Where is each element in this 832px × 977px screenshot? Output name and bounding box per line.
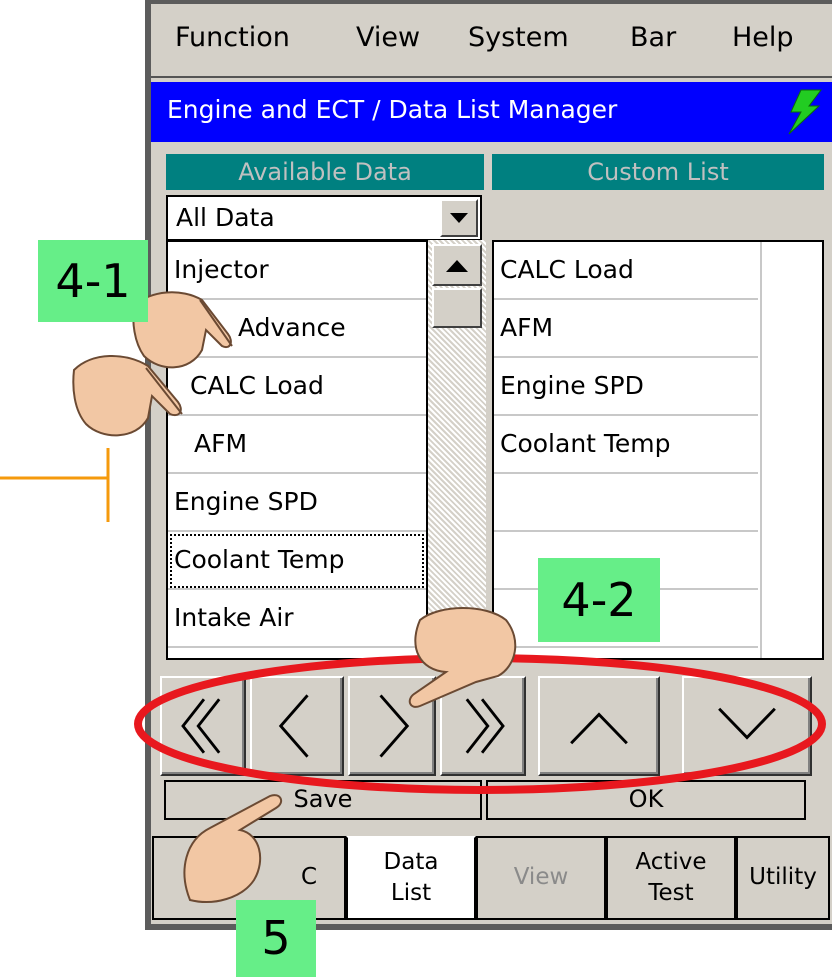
tab-utility[interactable]: Utility (736, 836, 830, 920)
move-all-left-icon (181, 698, 221, 754)
move-all-left-button[interactable] (160, 676, 246, 776)
page-title: Engine and ECT / Data List Manager (167, 95, 618, 124)
move-down-icon (718, 707, 776, 740)
list-item[interactable]: Engine SPD (168, 474, 426, 532)
menu-bar-item[interactable]: Bar (630, 22, 676, 53)
move-down-button[interactable] (682, 676, 812, 776)
list-item[interactable]: AFM (494, 300, 758, 358)
tab-label: List (390, 880, 432, 906)
move-right-icon (379, 694, 410, 758)
tab-label: Utility (749, 864, 817, 891)
available-data-list[interactable]: Injector Advance CALC Load AFM Engine SP… (166, 240, 428, 660)
dropdown-value: All Data (176, 203, 275, 232)
list-item[interactable]: Advance (168, 300, 426, 358)
tab-label: Test (648, 880, 694, 906)
tab-data-list[interactable]: Data List (346, 836, 476, 920)
custom-list-header: Custom List (492, 154, 824, 190)
move-up-button[interactable] (538, 676, 660, 776)
move-all-right-icon (465, 698, 505, 754)
move-all-right-button[interactable] (440, 676, 526, 776)
move-left-icon (278, 694, 309, 758)
list-item[interactable]: Coolant Temp (494, 416, 758, 474)
move-left-button[interactable] (250, 676, 344, 776)
list-item[interactable]: Injector (168, 242, 426, 300)
chevron-up-icon (446, 260, 468, 272)
menu-view[interactable]: View (356, 22, 420, 53)
lightning-bolt-icon (788, 89, 822, 135)
tab-view: View (476, 836, 606, 920)
tab-active-test[interactable]: Active Test (606, 836, 736, 920)
tab-label: C (300, 864, 318, 891)
menu-system[interactable]: System (468, 22, 569, 53)
tab-label: View (513, 864, 569, 891)
scroll-thumb[interactable] (432, 288, 482, 328)
list-item-empty[interactable] (494, 474, 758, 532)
ok-button[interactable]: OK (486, 780, 806, 820)
step-label-4-1: 4-1 (38, 240, 148, 322)
available-data-header: Available Data (166, 154, 484, 190)
chevron-down-icon[interactable] (440, 199, 478, 237)
scroll-down-button[interactable] (432, 612, 482, 654)
list-item[interactable]: CALC Load (494, 242, 758, 300)
list-item[interactable]: CALC Load (168, 358, 426, 416)
step-label-5: 5 (236, 900, 316, 977)
tab-label: Active (635, 848, 707, 875)
tab-label: Data (383, 848, 439, 875)
scroll-up-button[interactable] (432, 244, 482, 286)
list-item[interactable]: AFM (168, 416, 426, 474)
column-divider (760, 242, 762, 658)
list-item-focused[interactable]: Coolant Temp (168, 532, 426, 590)
step-label-4-2: 4-2 (538, 558, 660, 642)
list-item[interactable]: Engine SPD (494, 358, 758, 416)
list-item[interactable]: Intake Air (168, 590, 426, 648)
callout-pointer-line (0, 448, 110, 522)
move-up-icon (570, 712, 628, 745)
title-bar: Engine and ECT / Data List Manager (151, 82, 832, 142)
menu-help[interactable]: Help (732, 22, 794, 53)
move-right-button[interactable] (348, 676, 436, 776)
data-filter-dropdown[interactable]: All Data (166, 195, 482, 241)
save-button[interactable]: Save (164, 780, 482, 820)
menu-function[interactable]: Function (175, 22, 290, 53)
